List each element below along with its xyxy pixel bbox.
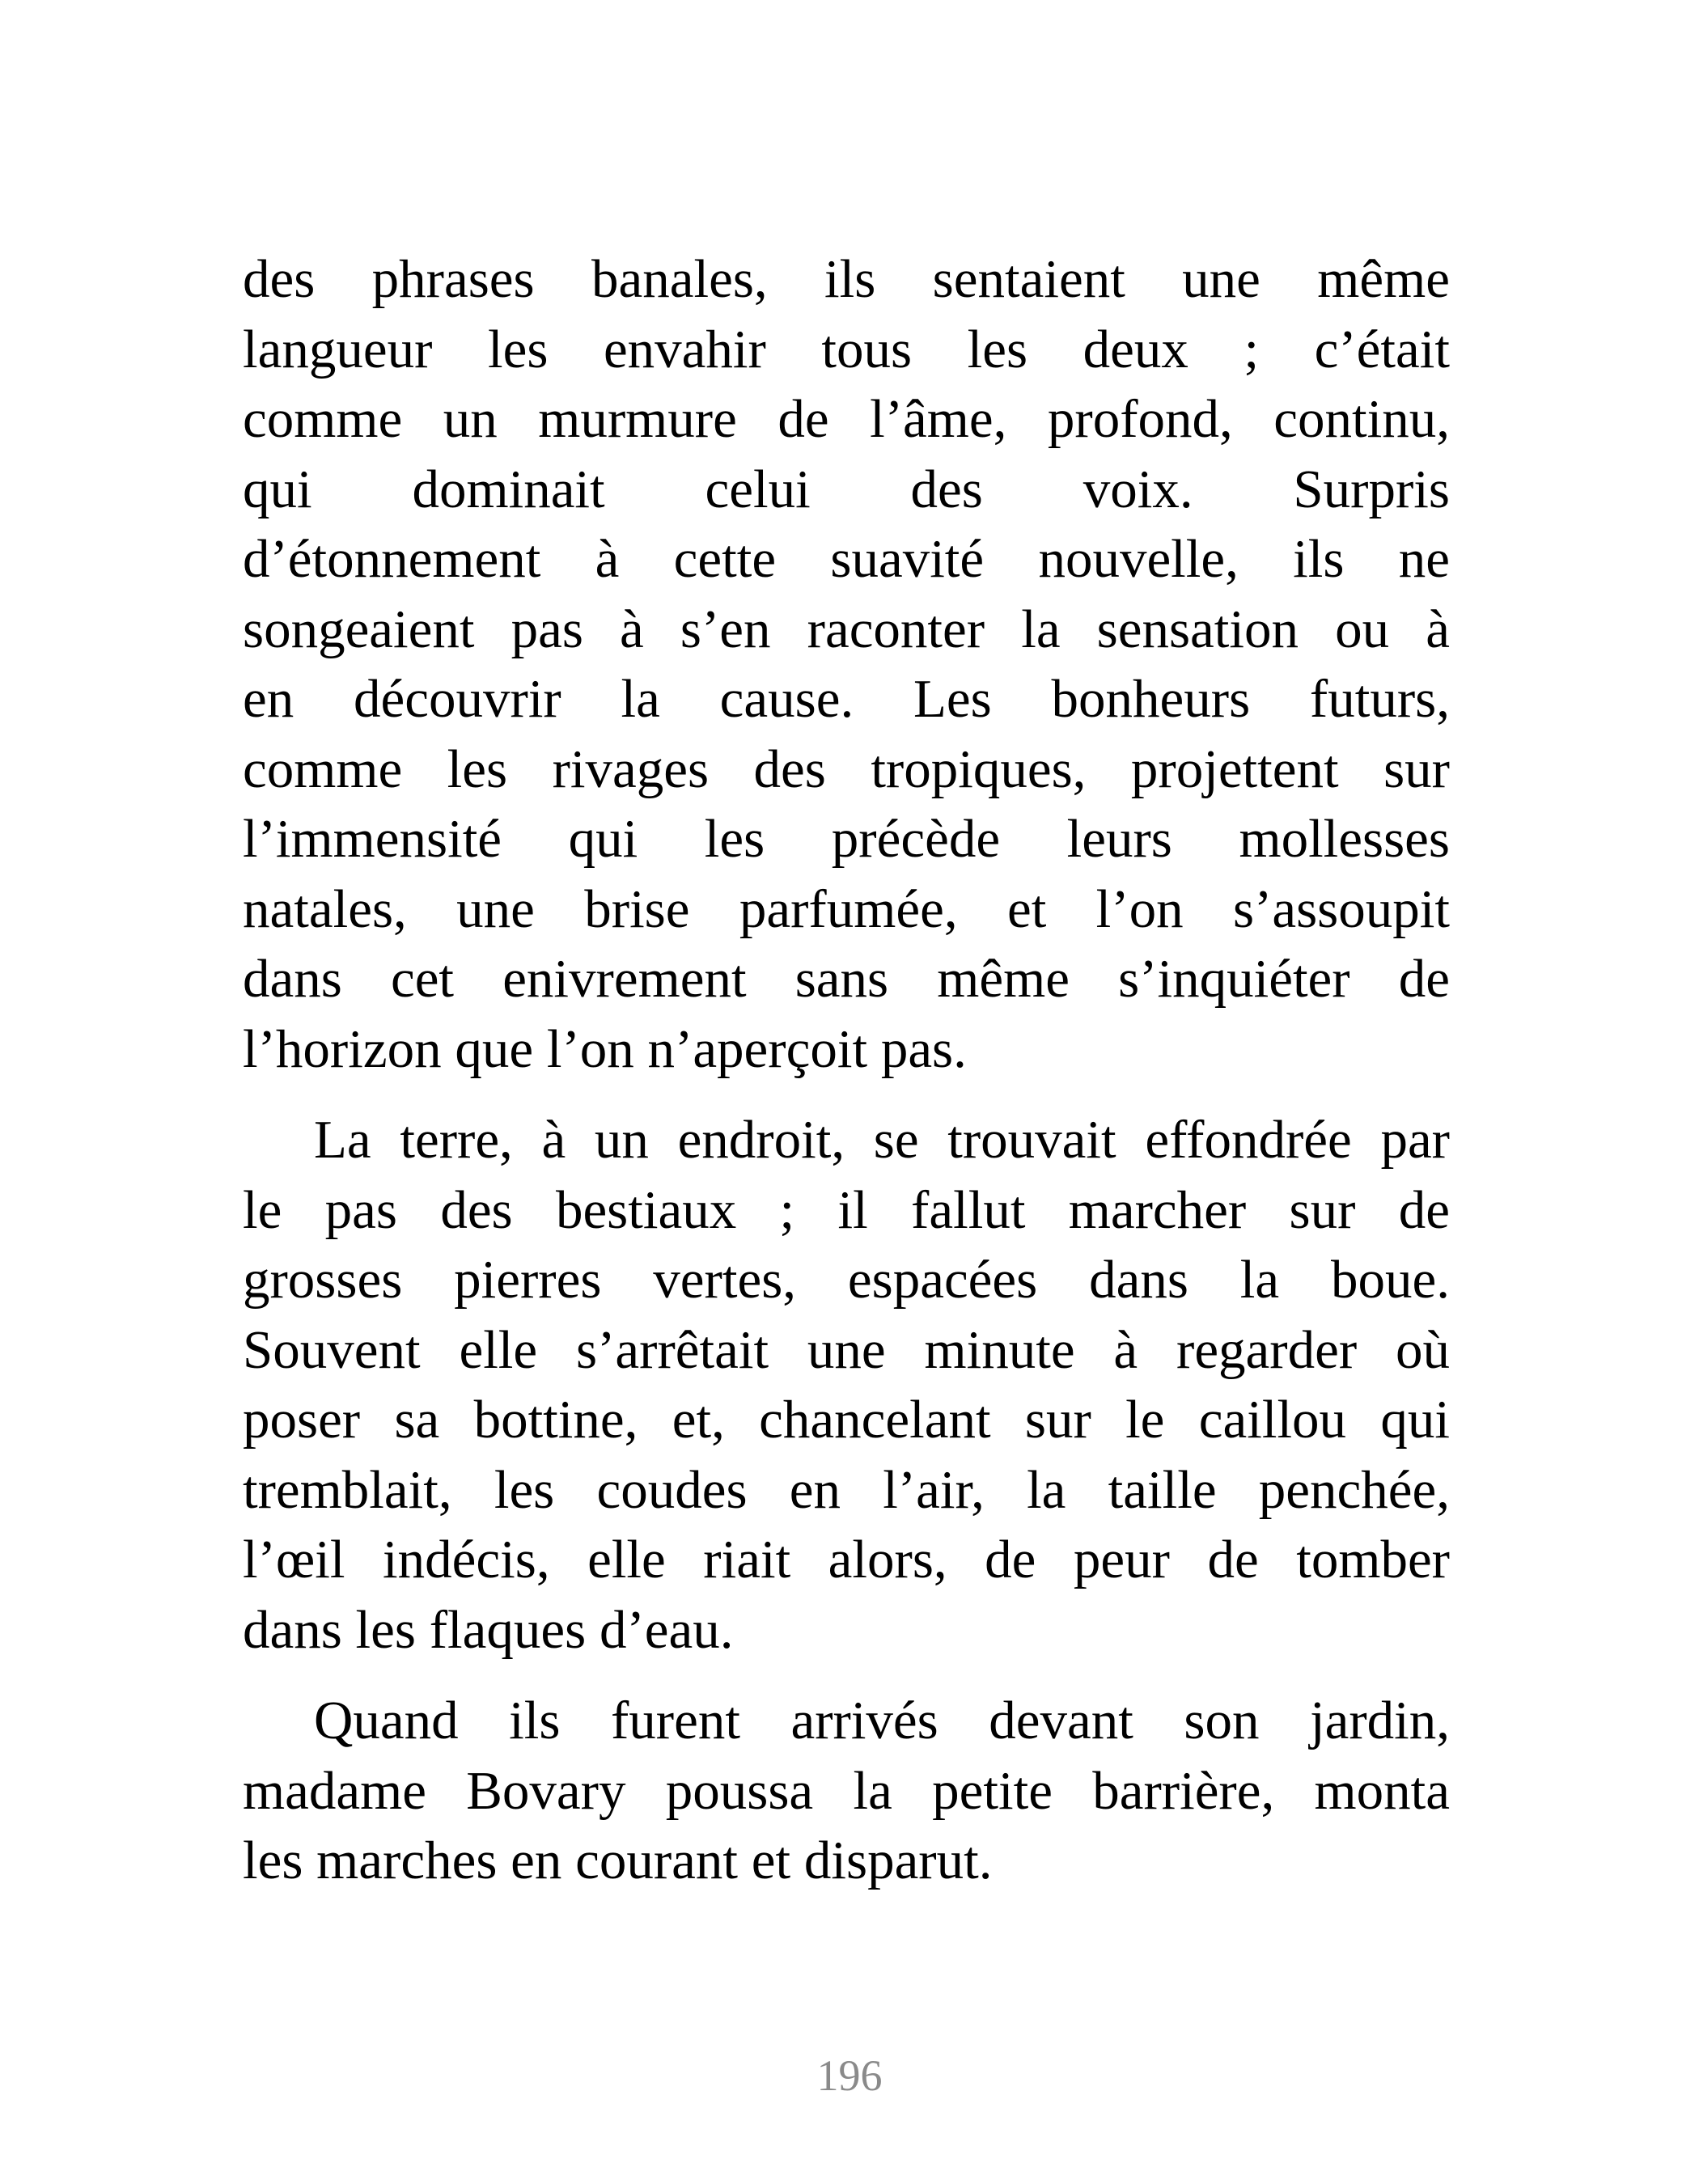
text-line: madame Bovary poussa la petite barrière,… — [243, 1760, 1450, 1821]
text-line: tremblait, les coudes en l’air, la taill… — [243, 1459, 1450, 1520]
text-line: La terre, à un endroit, se trouvait effo… — [314, 1110, 1450, 1170]
page-text-block: des phrases banales, ils sentaient une m… — [243, 244, 1450, 1896]
paragraph-2: La terre, à un endroit, se trouvait effo… — [243, 1105, 1450, 1665]
text-line: l’immensité qui les précède leurs molles… — [243, 809, 1450, 869]
paragraph-3: Quand ils furent arrivés devant son jard… — [243, 1686, 1450, 1896]
text-line: langueur les envahir tous les deux ; c’é… — [243, 319, 1450, 379]
text-line: des phrases banales, ils sentaient une m… — [243, 249, 1450, 309]
text-line: les marches en courant et disparut. — [243, 1831, 993, 1890]
text-line: en découvrir la cause. Les bonheurs futu… — [243, 669, 1450, 729]
text-line: d’étonnement à cette suavité nouvelle, i… — [243, 529, 1450, 589]
text-line: l’horizon que l’on n’aperçoit pas. — [243, 1018, 967, 1079]
text-line: dans cet enivrement sans même s’inquiéte… — [243, 949, 1450, 1009]
text-line: poser sa bottine, et, chancelant sur le … — [243, 1390, 1450, 1450]
text-line: qui dominait celui des voix. Surpris — [243, 459, 1450, 519]
text-line: comme un murmure de l’âme, profond, cont… — [243, 389, 1450, 449]
text-line: l’œil indécis, elle riait alors, de peur… — [243, 1530, 1450, 1589]
page-number: 196 — [816, 2051, 883, 2100]
text-line: songeaient pas à s’en raconter la sensat… — [243, 599, 1450, 659]
text-line: natales, une brise parfumée, et l’on s’a… — [243, 878, 1450, 939]
text-line: Quand ils furent arrivés devant son jard… — [314, 1691, 1450, 1750]
paragraph-1: des phrases banales, ils sentaient une m… — [243, 244, 1450, 1084]
text-line: dans les flaques d’eau. — [243, 1599, 734, 1660]
text-line: le pas des bestiaux ; il fallut marcher … — [243, 1179, 1450, 1240]
text-line: comme les rivages des tropiques, projett… — [243, 739, 1450, 799]
text-line: Souvent elle s’arrêtait une minute à reg… — [243, 1319, 1450, 1380]
text-line: grosses pierres vertes, espacées dans la… — [243, 1250, 1450, 1310]
